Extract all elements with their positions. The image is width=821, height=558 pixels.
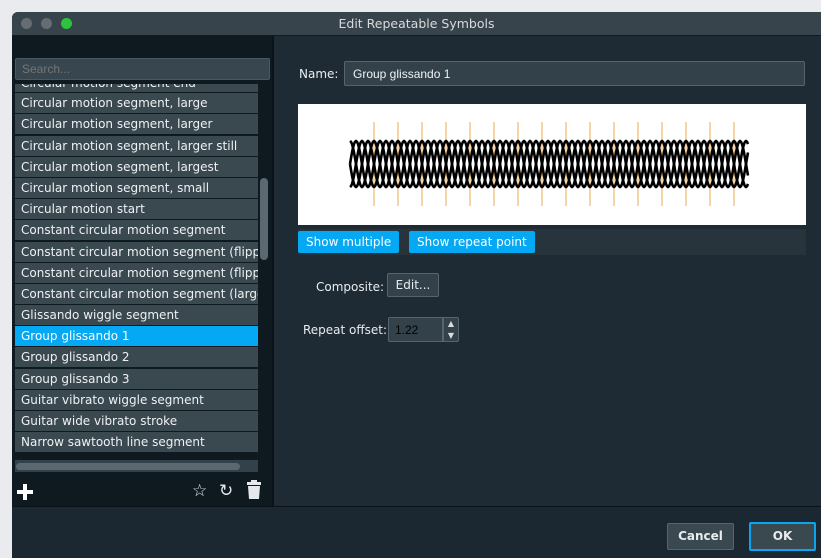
list-item[interactable]: Circular motion segment, small — [15, 177, 258, 198]
repeat-offset-input[interactable] — [388, 317, 443, 342]
preview-canvas — [348, 122, 750, 206]
list-item[interactable]: Circular motion segment, larger still — [15, 135, 258, 156]
edit-composite-button[interactable]: Edit... — [387, 273, 439, 297]
cancel-button[interactable]: Cancel — [667, 523, 734, 550]
list-item[interactable]: Circular motion segment end — [15, 84, 258, 92]
title-bar: Edit Repeatable Symbols — [12, 12, 821, 36]
decrement-button[interactable]: ▼ — [444, 330, 458, 341]
list-item[interactable]: Constant circular motion segment (flippe… — [15, 262, 258, 283]
list-vertical-scrollbar[interactable] — [260, 178, 268, 260]
name-label: Name: — [299, 67, 339, 81]
repeat-offset-label: Repeat offset: — [303, 323, 388, 337]
show-multiple-toggle[interactable]: Show multiple — [298, 231, 400, 253]
list-item[interactable]: Group glissando 2 — [15, 347, 258, 368]
list-item[interactable]: Circular motion segment, large — [15, 93, 258, 114]
panel-divider[interactable] — [272, 36, 274, 506]
increment-button[interactable]: ▲ — [444, 318, 458, 329]
ok-button[interactable]: OK — [749, 522, 816, 551]
search-input[interactable] — [15, 58, 270, 80]
list-item[interactable]: Guitar wide vibrato stroke — [15, 411, 258, 431]
symbol-preview — [298, 104, 806, 225]
repeat-offset-stepper[interactable]: ▲ ▼ — [443, 317, 459, 342]
list-item[interactable]: Circular motion segment, largest — [15, 156, 258, 177]
list-item[interactable]: Constant circular motion segment (large) — [15, 283, 258, 304]
list-horizontal-scrollbar[interactable] — [16, 463, 240, 470]
composite-label: Composite: — [316, 280, 385, 294]
list-item[interactable]: Group glissando 3 — [15, 368, 258, 389]
trash-icon[interactable] — [246, 480, 262, 505]
list-item[interactable]: Circular motion segment, larger — [15, 114, 258, 135]
list-item[interactable]: Guitar vibrato wiggle segment — [15, 389, 258, 410]
trash-icon-glyph — [247, 480, 261, 499]
name-field[interactable] — [344, 61, 805, 86]
list-item[interactable]: Circular motion start — [15, 199, 258, 220]
list-item[interactable]: Narrow sawtooth line segment — [15, 432, 258, 453]
list-item[interactable]: Glissando wiggle segment — [15, 305, 258, 326]
show-repeat-point-toggle[interactable]: Show repeat point — [409, 231, 535, 253]
symbol-list[interactable]: Circular motion segment end Circular mot… — [15, 84, 258, 484]
list-item[interactable]: Constant circular motion segment (flippe… — [15, 241, 258, 262]
star-icon[interactable]: ☆ — [192, 481, 207, 501]
plus-icon[interactable] — [17, 484, 33, 500]
revert-icon[interactable]: ↻ — [219, 481, 233, 501]
list-item-selected[interactable]: Group glissando 1 — [15, 326, 258, 347]
window-title: Edit Repeatable Symbols — [338, 16, 495, 31]
list-item[interactable]: Constant circular motion segment — [15, 220, 258, 241]
